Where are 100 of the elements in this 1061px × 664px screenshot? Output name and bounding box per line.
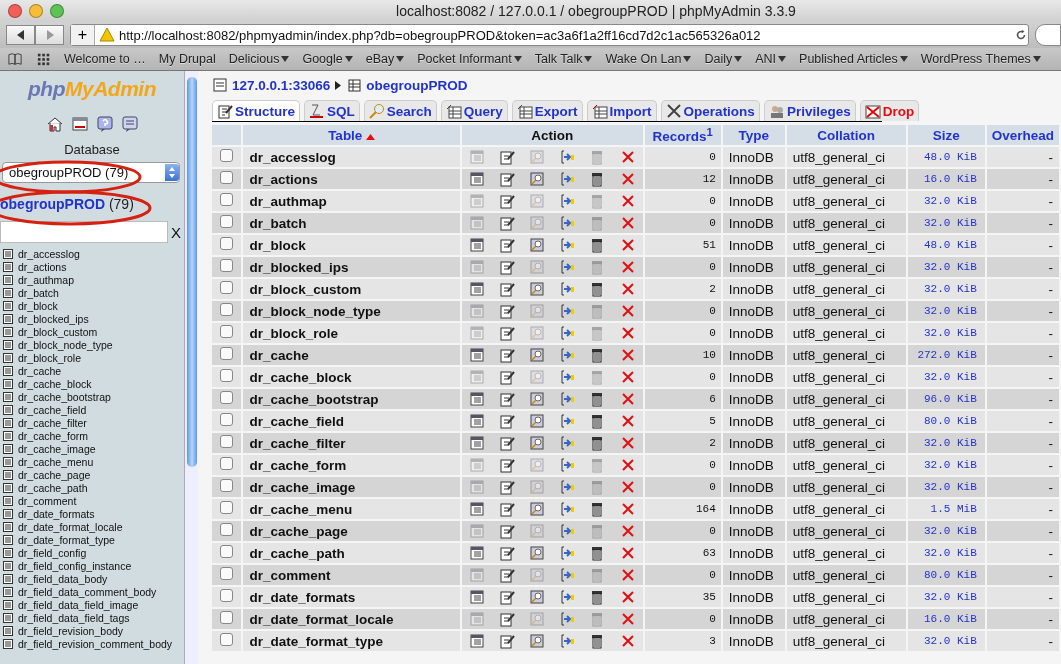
table-name-cell[interactable]: dr_cache_path [243,543,460,563]
browse-icon[interactable] [468,391,485,407]
table-icon[interactable] [3,339,13,350]
close-icon[interactable] [619,479,636,495]
table-icon[interactable] [3,352,13,363]
row-checkbox[interactable] [220,545,234,558]
sidebar-table-link[interactable]: dr_comment [0,494,184,507]
search-icon[interactable] [529,413,546,429]
zoom-window-button[interactable] [50,4,64,18]
browse-icon[interactable] [468,589,485,605]
row-checkbox[interactable] [220,303,234,316]
row-checkbox[interactable] [220,369,234,382]
close-icon[interactable] [619,589,636,605]
close-icon[interactable] [619,149,636,165]
column-header[interactable]: Overhead [986,125,1059,145]
table-icon[interactable] [3,573,13,584]
tab[interactable]: Search [363,100,437,121]
scrollbar-thumb[interactable] [186,77,197,467]
close-icon[interactable] [619,237,636,253]
grid-icon[interactable] [37,52,51,66]
table-icon[interactable] [3,417,13,428]
insert-icon[interactable] [559,149,576,165]
structure-icon[interactable] [499,281,515,297]
search-icon[interactable] [529,435,546,451]
search-icon[interactable] [529,391,546,407]
structure-icon[interactable] [499,347,515,363]
search-icon[interactable] [529,633,546,649]
row-checkbox[interactable] [220,567,234,580]
table-name-cell[interactable]: dr_cache [243,345,460,365]
size-cell[interactable]: 32.0 KiB [907,433,985,453]
sidebar-table-link[interactable]: dr_cache_bootstrap [0,390,184,403]
structure-icon[interactable] [499,413,515,429]
bookmark-link[interactable]: WordPress Themes [920,52,1041,66]
table-icon[interactable] [3,469,13,480]
server-link[interactable]: 127.0.0.1:33066 [212,77,331,93]
row-checkbox[interactable] [220,435,234,448]
size-cell[interactable]: 80.0 KiB [907,411,985,431]
filter-field[interactable] [0,221,168,243]
table-name-cell[interactable]: dr_blocked_ips [243,257,460,277]
row-checkbox[interactable] [220,501,234,514]
bookmark-link[interactable]: Published Articles [799,52,908,66]
size-cell[interactable]: 32.0 KiB [907,367,985,387]
sidebar-table-link[interactable]: dr_cache_page [0,468,184,481]
bookmark-link[interactable]: Wake On Lan [605,52,692,66]
structure-icon[interactable] [499,149,515,165]
bookmark-link[interactable]: Talk Talk [534,52,593,66]
browse-icon[interactable] [468,281,485,297]
insert-icon[interactable] [559,391,576,407]
close-icon[interactable] [619,171,636,187]
size-cell[interactable]: 1.5 MiB [907,499,985,519]
insert-icon[interactable] [559,303,576,319]
close-icon[interactable] [619,545,636,561]
browse-icon[interactable] [468,501,485,517]
size-cell[interactable]: 32.0 KiB [907,455,985,475]
close-icon[interactable] [619,215,636,231]
table-icon[interactable] [3,365,13,376]
table-icon[interactable] [3,521,13,532]
sidebar-table-link[interactable]: dr_batch [0,286,184,299]
insert-icon[interactable] [559,435,576,451]
sidebar-table-link[interactable]: dr_date_formats [0,507,184,520]
sidebar-table-link[interactable]: dr_blocked_ips [0,312,184,325]
search-icon[interactable] [529,347,546,363]
close-icon[interactable] [619,523,636,539]
table-icon[interactable] [3,313,13,324]
row-checkbox[interactable] [220,325,234,338]
structure-icon[interactable] [499,589,515,605]
query-window-icon[interactable] [121,116,138,132]
sidebar-table-link[interactable]: dr_cache [0,364,184,377]
close-icon[interactable] [619,325,636,341]
row-checkbox[interactable] [220,215,234,228]
row-checkbox[interactable] [220,259,234,272]
table-name-cell[interactable]: dr_batch [243,213,460,233]
sidebar-table-link[interactable]: dr_block_role [0,351,184,364]
search-icon[interactable] [529,281,546,297]
size-cell[interactable]: 32.0 KiB [907,213,985,233]
row-checkbox[interactable] [220,171,234,184]
row-checkbox[interactable] [220,633,234,646]
size-cell[interactable]: 32.0 KiB [907,521,985,541]
sidebar-table-link[interactable]: dr_cache_filter [0,416,184,429]
insert-icon[interactable] [559,523,576,539]
table-name-cell[interactable]: dr_block_node_type [243,301,460,321]
browse-icon[interactable] [468,347,485,363]
browse-icon[interactable] [468,171,485,187]
structure-icon[interactable] [499,611,515,627]
structure-icon[interactable] [499,457,515,473]
bookmark-link[interactable]: Google [302,52,353,66]
insert-icon[interactable] [559,633,576,649]
structure-icon[interactable] [499,303,515,319]
insert-icon[interactable] [559,457,576,473]
insert-icon[interactable] [559,259,576,275]
tab[interactable]: SQL [304,100,360,121]
structure-icon[interactable] [499,391,515,407]
size-cell[interactable]: 32.0 KiB [907,323,985,343]
table-icon[interactable] [3,560,13,571]
insert-icon[interactable] [559,193,576,209]
table-icon[interactable] [3,443,13,454]
sidebar-table-link[interactable]: dr_cache_path [0,481,184,494]
close-icon[interactable] [619,259,636,275]
sql-window-icon[interactable] [71,116,88,132]
tab[interactable]: Operations [660,100,760,121]
